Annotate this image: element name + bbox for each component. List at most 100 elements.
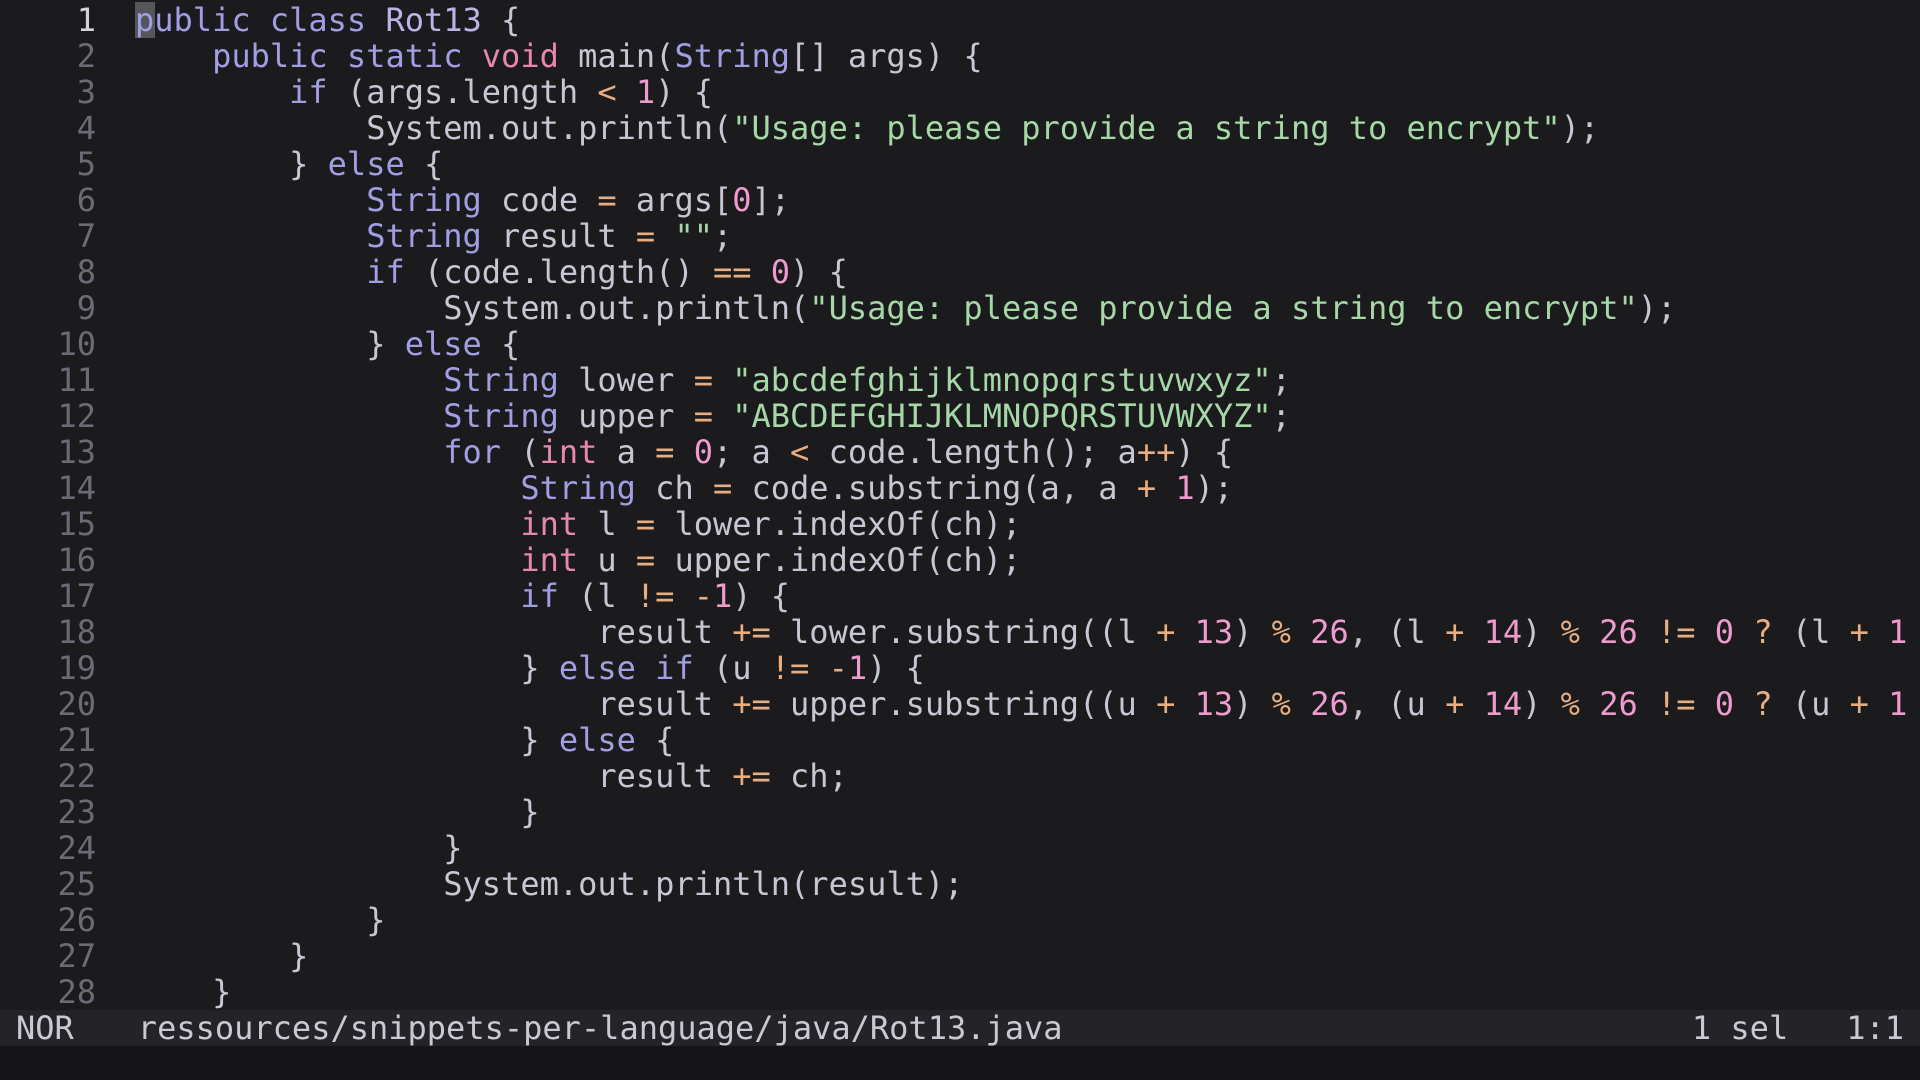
code-line[interactable]: 7 String result = ""; — [0, 218, 1920, 254]
selection-count: 1 sel — [1691, 1009, 1789, 1047]
token-tx: (u — [693, 649, 771, 687]
line-number: 17 — [57, 577, 96, 615]
code-line[interactable]: 8 if (code.length() == 0) { — [0, 254, 1920, 290]
code-line[interactable]: 18 result += lower.substring((l + 13) % … — [0, 614, 1920, 650]
token-op: != — [1656, 685, 1696, 723]
line-number: 16 — [57, 541, 96, 579]
statusline: NOR ressources/snippets-per-language/jav… — [0, 1010, 1920, 1046]
line-number: 2 — [76, 37, 96, 75]
token-tx — [1696, 685, 1715, 723]
token-nu: 0 — [1714, 685, 1735, 723]
line-number: 25 — [57, 865, 96, 903]
token-st: "" — [674, 217, 713, 255]
line-number: 6 — [76, 181, 96, 219]
token-tx: { — [481, 1, 521, 39]
code-text: } else if (u != -1) { — [96, 649, 925, 687]
token-tx: ) { — [1175, 433, 1234, 471]
token-op: += — [732, 613, 771, 651]
token-tx: } — [135, 793, 540, 831]
code-line[interactable]: 10 } else { — [0, 326, 1920, 362]
token-tx: ; — [712, 217, 733, 255]
token-nu: 26 — [1310, 685, 1349, 723]
code-line[interactable]: 20 result += upper.substring((u + 13) % … — [0, 686, 1920, 722]
token-kw: if — [289, 73, 328, 111]
token-tx: System.out.println( — [135, 289, 810, 327]
token-tx: code — [481, 181, 598, 219]
code-line[interactable]: 25 System.out.println(result); — [0, 866, 1920, 902]
code-text: String ch = code.substring(a, a + 1); — [96, 469, 1233, 507]
token-kw: class — [269, 1, 367, 39]
code-line[interactable]: 11 String lower = "abcdefghijklmnopqrstu… — [0, 362, 1920, 398]
code-area: 1 public class Rot13 {2 public static voi… — [0, 2, 1920, 1010]
token-st: "Usage: please provide a string to encry… — [809, 289, 1638, 327]
token-tx: } — [135, 829, 463, 867]
token-nu: 1 — [1175, 469, 1195, 507]
token-st: "ABCDEFGHIJKLMNOPQRSTUVWXYZ" — [732, 397, 1272, 435]
code-line[interactable]: 1 public class Rot13 { — [0, 2, 1920, 38]
code-text: String upper = "ABCDEFGHIJKLMNOPQRSTUVWX… — [96, 397, 1291, 435]
code-line[interactable]: 9 System.out.println("Usage: please prov… — [0, 290, 1920, 326]
token-op: ++ — [1136, 433, 1176, 471]
token-tx — [674, 577, 693, 615]
code-line[interactable]: 15 int l = lower.indexOf(ch); — [0, 506, 1920, 542]
token-nu: 1 — [712, 577, 733, 615]
code-line[interactable]: 5 } else { — [0, 146, 1920, 182]
token-tx: result — [135, 613, 733, 651]
line-number: 26 — [57, 901, 96, 939]
line-number: 3 — [76, 73, 96, 111]
token-tx: } — [135, 937, 309, 975]
code-text: } else { — [96, 721, 674, 759]
token-tx: main( — [558, 37, 675, 75]
token-tx: u — [578, 541, 636, 579]
line-number: 14 — [57, 469, 96, 507]
code-line[interactable]: 24 } — [0, 830, 1920, 866]
code-line[interactable]: 27 } — [0, 938, 1920, 974]
code-line[interactable]: 26 } — [0, 902, 1920, 938]
code-line[interactable]: 2 public static void main(String[] args)… — [0, 38, 1920, 74]
token-nu: 13 — [1194, 685, 1234, 723]
token-kw: String — [674, 37, 791, 75]
code-text: System.out.println("Usage: please provid… — [96, 289, 1676, 327]
code-line[interactable]: 21 } else { — [0, 722, 1920, 758]
token-tx — [1175, 685, 1194, 723]
code-line[interactable]: 22 result += ch; — [0, 758, 1920, 794]
token-tx: lower.indexOf(ch); — [655, 505, 1022, 543]
line-number: 1 — [76, 1, 96, 39]
line-number: 15 — [57, 505, 96, 543]
code-line[interactable]: 23 } — [0, 794, 1920, 830]
token-tx: ); — [1194, 469, 1234, 507]
code-line[interactable]: 4 System.out.println("Usage: please prov… — [0, 110, 1920, 146]
token-tx — [135, 397, 443, 435]
token-tx: ) — [1233, 685, 1272, 723]
token-tx — [328, 37, 347, 75]
code-line[interactable]: 12 String upper = "ABCDEFGHIJKLMNOPQRSTU… — [0, 398, 1920, 434]
line-number: 19 — [57, 649, 96, 687]
code-line[interactable]: 6 String code = args[0]; — [0, 182, 1920, 218]
token-tx — [135, 37, 212, 75]
code-text: int u = upper.indexOf(ch); — [96, 541, 1021, 579]
command-line — [0, 1046, 1920, 1080]
token-tx: result — [135, 685, 733, 723]
code-line[interactable]: 28 } — [0, 974, 1920, 1010]
editor-viewport[interactable]: 1 public class Rot13 {2 public static voi… — [0, 0, 1920, 1010]
token-tx — [1464, 685, 1483, 723]
line-number: 9 — [76, 289, 96, 327]
code-text: System.out.println("Usage: please provid… — [96, 109, 1599, 147]
token-tx: a — [597, 433, 656, 471]
token-tx: ) — [1233, 613, 1272, 651]
token-tx: ) — [1522, 685, 1561, 723]
token-tx: (args.length — [327, 73, 598, 111]
code-line[interactable]: 13 for (int a = 0; a < code.length(); a+… — [0, 434, 1920, 470]
code-line[interactable]: 19 } else if (u != -1) { — [0, 650, 1920, 686]
line-number: 22 — [57, 757, 96, 795]
mode-indicator: NOR — [16, 1009, 74, 1047]
code-line[interactable]: 14 String ch = code.substring(a, a + 1); — [0, 470, 1920, 506]
token-tx: { — [481, 325, 521, 363]
code-line[interactable]: 3 if (args.length < 1) { — [0, 74, 1920, 110]
token-tx — [1696, 613, 1715, 651]
token-op: = — [635, 541, 656, 579]
code-line[interactable]: 17 if (l != -1) { — [0, 578, 1920, 614]
token-tx: ) { — [732, 577, 791, 615]
line-number: 27 — [57, 937, 96, 975]
code-line[interactable]: 16 int u = upper.indexOf(ch); — [0, 542, 1920, 578]
